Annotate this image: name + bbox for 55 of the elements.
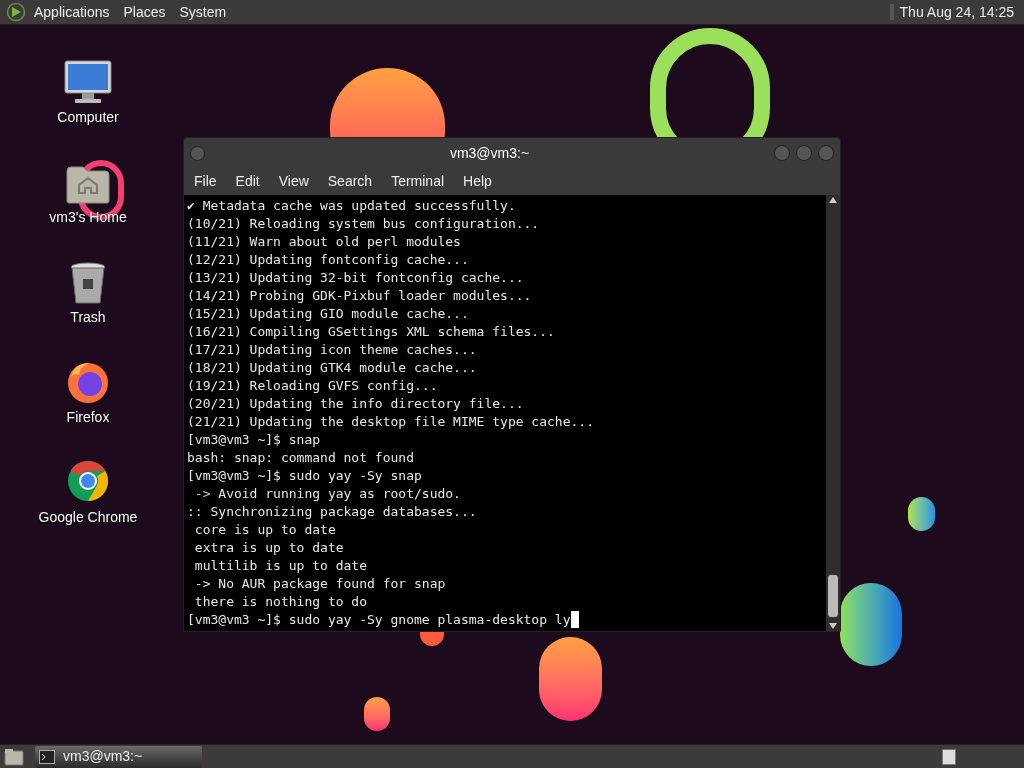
terminal-icon (39, 749, 55, 764)
terminal-line: (15/21) Updating GIO module cache... (187, 305, 470, 323)
desktop-icon-label[interactable]: Firefox (66, 407, 110, 428)
terminal-line: extra is up to date (193, 539, 345, 557)
menu-item[interactable]: Search (327, 171, 373, 192)
terminal-line: (18/21) Updating GTK4 module cache... (187, 359, 478, 377)
panel-separator-icon (889, 4, 894, 20)
terminal-line: (10/21) Reloading system bus configuration... (187, 215, 541, 233)
terminal-line: (11/21) Warn about old perl modules (187, 233, 462, 251)
terminal-line: [vm3@vm3 ~]$ snap (187, 431, 322, 449)
panel-clock[interactable]: Thu Aug 24, 14:25 (899, 1, 1014, 23)
terminal-line: [vm3@vm3 ~]$ sudo yay -Sy snap (187, 467, 423, 485)
menu-item[interactable]: View (278, 171, 309, 192)
terminal-line: core is up to date (193, 521, 337, 539)
home-folder-icon (65, 165, 111, 205)
terminal-line: (19/21) Reloading GVFS config... (187, 377, 439, 395)
scroll-down-arrow-icon[interactable] (829, 623, 837, 629)
workspace-switcher[interactable] (942, 748, 956, 765)
desktop-icon-label[interactable]: Google Chrome (38, 507, 138, 528)
terminal-line: (21/21) Updating the desktop file MIME type cache... (187, 413, 595, 431)
desktop-icon-label[interactable]: Trash (70, 307, 106, 328)
terminal-line: -> Avoid running yay as root/sudo. (193, 485, 462, 503)
terminal-line: there is nothing to do (193, 593, 368, 611)
terminal-line: [vm3@vm3 ~]$ sudo yay -Sy gnome plasma-desktop ly (187, 611, 571, 629)
terminal-line: :: Synchronizing package databases... (187, 503, 478, 521)
wallpaper-bubble (908, 497, 935, 531)
monitor-icon (63, 59, 113, 105)
panel-menu[interactable]: System (179, 1, 227, 23)
terminal-line: multilib is up to date (193, 557, 368, 575)
menu-item[interactable]: Edit (235, 171, 260, 192)
window-title: vm3@vm3:~ (448, 143, 531, 163)
app-menu-logo-icon (6, 2, 26, 22)
terminal-line: ✔ Metadata cache was updated successfully. (187, 197, 517, 215)
text-cursor (570, 611, 579, 628)
desktop-icon-label[interactable]: Computer (57, 107, 119, 128)
terminal-line: (17/21) Updating icon theme caches... (187, 341, 478, 359)
terminal-line: bash: snap: command not found (187, 449, 415, 467)
menu-item[interactable]: File (194, 171, 217, 192)
trash-icon (69, 261, 107, 305)
panel-menu[interactable]: Places (123, 1, 166, 23)
terminal-line: (13/21) Updating 32-bit fontconfig cache... (187, 269, 525, 287)
menu-item[interactable]: Terminal (391, 171, 445, 192)
wallpaper-bubble (364, 697, 390, 731)
scroll-up-arrow-icon[interactable] (829, 197, 837, 203)
terminal-line: (14/21) Probing GDK-Pixbuf loader modules... (187, 287, 533, 305)
taskbar-button[interactable]: vm3@vm3:~ (35, 745, 202, 768)
scrollbar[interactable] (826, 195, 840, 631)
menu-item[interactable]: Help (463, 171, 492, 192)
scrollbar-thumb[interactable] (828, 575, 838, 617)
terminal-line: -> No AUR package found for snap (193, 575, 447, 593)
terminal-line: (16/21) Compiling GSettings XML schema files... (187, 323, 556, 341)
terminal-line: (12/21) Updating fontconfig cache... (187, 251, 470, 269)
show-desktop-icon[interactable] (4, 747, 24, 766)
panel-menu[interactable]: Applications (34, 1, 110, 23)
terminal-line: (20/21) Updating the info directory file... (187, 395, 525, 413)
